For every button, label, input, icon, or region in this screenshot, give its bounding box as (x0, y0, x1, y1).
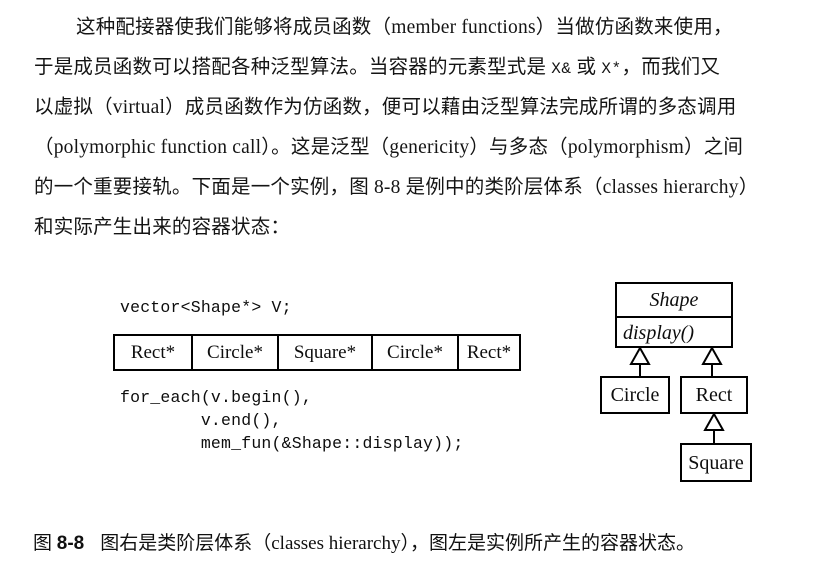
paragraph-line-4: （polymorphic function call）。这是泛型（generic… (34, 137, 744, 158)
paragraph-line-1: 这种配接器使我们能够将成员函数（member functions）当做仿函数来使… (76, 17, 733, 38)
code-token-xptr: X* (601, 60, 622, 78)
paragraph-line-2-text: 于是成员函数可以搭配各种泛型算法。当容器的元素型式是 (34, 57, 552, 78)
paragraph-line-3: 以虚拟（virtual）成员函数作为仿函数，便可以藉由泛型算法完成所谓的多态调用 (34, 97, 737, 118)
vector-cell: Rect* (466, 342, 512, 363)
vector-cell: Rect* (115, 336, 193, 369)
uml-class-rect: Rect (680, 376, 748, 414)
figure-8-8: vector<Shape*> V; Rect* Circle* Square* … (0, 272, 833, 507)
caption-label: 图 (33, 533, 53, 554)
uml-class-circle: Circle (600, 376, 670, 414)
vector-cell: Circle* (373, 336, 459, 369)
uml-class-shape: Shape display() (615, 282, 733, 348)
paragraph-line-5: 的一个重要接轨。下面是一个实例，图 8-8 是例中的类阶层体系（classes … (34, 177, 759, 198)
vector-cell: Circle* (193, 336, 279, 369)
vector-cell: Square* (279, 336, 373, 369)
paragraph-line-6: 和实际产生出来的容器状态： (34, 217, 291, 238)
paragraph-line-2-conj: 或 (571, 57, 602, 78)
vector-container-table: Rect* Circle* Square* Circle* Rect* (113, 334, 521, 371)
body-text: 这种配接器使我们能够将成员函数（member functions）当做仿函数来使… (34, 8, 806, 248)
paragraph-line-2: 于是成员函数可以搭配各种泛型算法。当容器的元素型式是 X& 或 X*，而我们又 (34, 48, 806, 88)
uml-class-shape-method: display() (623, 322, 695, 344)
code-vector-declaration: vector<Shape*> V; (120, 298, 292, 317)
code-token-xref: X& (551, 60, 572, 78)
code-for-each-call: for_each(v.begin(), v.end(), mem_fun(&Sh… (120, 388, 464, 453)
figure-caption: 图 8-8 图右是类阶层体系（classes hierarchy），图左是实例所产… (33, 529, 813, 559)
caption-number: 8-8 (56, 533, 85, 554)
page-root: { "prose": { "lines": [ "这种配接器使我们能够将成员函数… (0, 0, 833, 588)
uml-class-diagram: Shape display() Circle Rect Square (590, 272, 833, 507)
uml-class-square: Square (680, 443, 752, 482)
uml-class-shape-name: Shape (617, 284, 731, 318)
paragraph-line-2-tail: ，而我们又 (621, 57, 721, 78)
caption-text: 图右是类阶层体系（classes hierarchy），图左是实例所产生的容器状… (100, 533, 695, 554)
